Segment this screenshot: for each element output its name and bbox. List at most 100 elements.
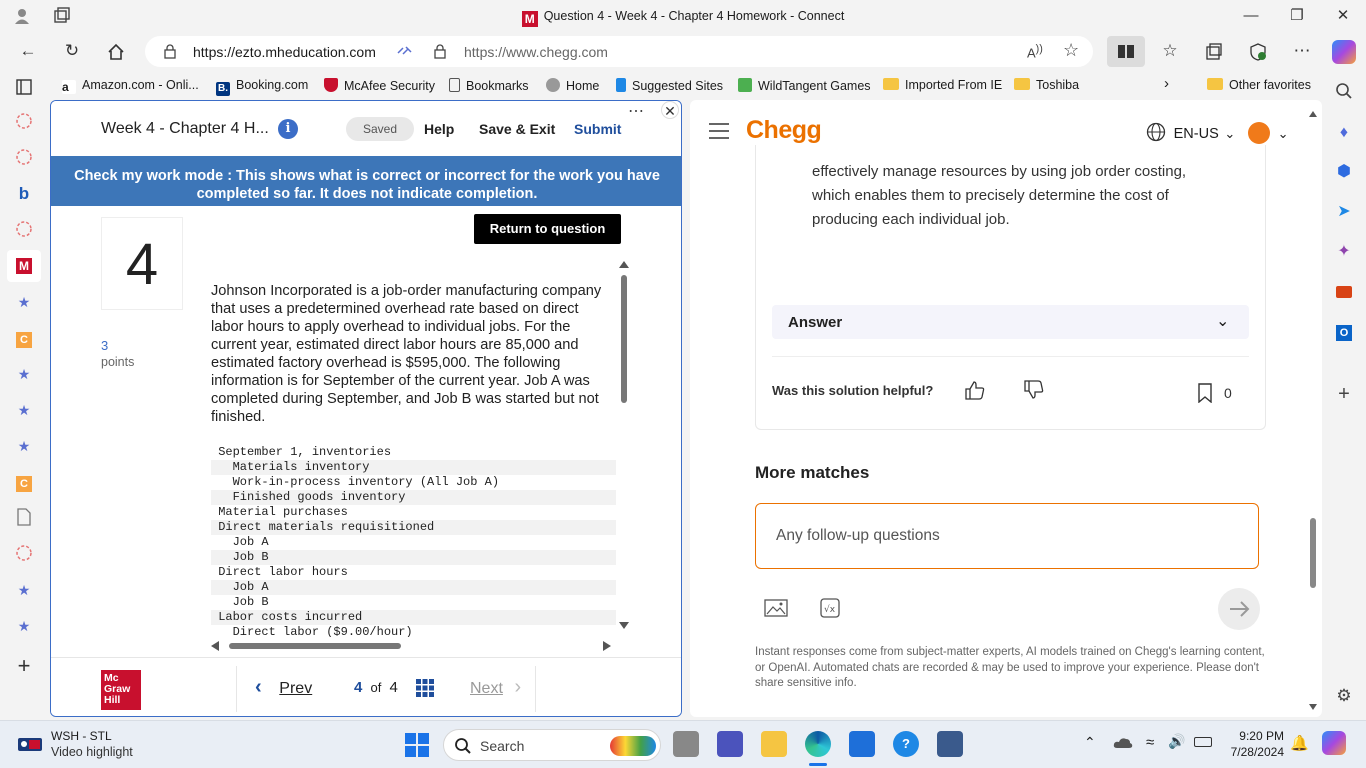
- split-options-icon[interactable]: ⋯: [628, 101, 644, 121]
- thumbs-up-icon[interactable]: [964, 379, 986, 401]
- next-button[interactable]: Next ›: [470, 676, 521, 699]
- favorite-suggested-sites[interactable]: Suggested Sites: [616, 78, 723, 93]
- favorite-mcafee[interactable]: McAfee Security: [324, 78, 435, 93]
- prev-button[interactable]: ‹ Prev: [255, 676, 312, 699]
- star-tab-icon[interactable]: ★: [14, 616, 34, 636]
- home-icon[interactable]: [103, 39, 129, 65]
- star-tab-icon[interactable]: ★: [14, 580, 34, 600]
- favorites-chevron-icon[interactable]: ›: [1164, 75, 1169, 92]
- chegg-tab-icon[interactable]: C: [14, 472, 34, 492]
- news-title[interactable]: WSH - STL: [51, 729, 112, 743]
- favorite-bookmarks[interactable]: Bookmarks: [449, 78, 529, 93]
- bookmark-icon[interactable]: [1197, 383, 1213, 404]
- address-bar[interactable]: https://ezto.mheducation.com https://www…: [145, 36, 1093, 67]
- help-link[interactable]: Help: [424, 121, 454, 137]
- chevron-up-icon[interactable]: ⌃: [1084, 734, 1096, 751]
- chegg-tab-icon[interactable]: C: [14, 328, 34, 348]
- close-split-icon[interactable]: ✕: [661, 101, 679, 119]
- favorite-star-icon[interactable]: ☆: [1063, 40, 1079, 61]
- edge-icon[interactable]: [805, 731, 831, 757]
- favorite-wildtangent[interactable]: WildTangent Games: [738, 78, 871, 93]
- back-icon[interactable]: ←: [15, 39, 41, 65]
- star-tab-icon[interactable]: ★: [14, 436, 34, 456]
- question-grid-icon[interactable]: [416, 679, 434, 697]
- sidebar-settings-icon[interactable]: ⚙: [1334, 686, 1354, 706]
- notification-bell-icon[interactable]: 🔔: [1290, 734, 1309, 752]
- page-tab-icon[interactable]: [14, 508, 34, 528]
- send-button[interactable]: [1218, 588, 1260, 630]
- news-widget-icon[interactable]: [16, 731, 44, 757]
- tab-icon[interactable]: [14, 220, 34, 240]
- split-screen-icon[interactable]: [1107, 36, 1145, 67]
- restore-button[interactable]: ❐: [1282, 6, 1312, 28]
- chegg-logo[interactable]: Chegg: [746, 116, 822, 145]
- thumbs-down-icon[interactable]: [1023, 379, 1045, 401]
- calculator-icon[interactable]: [937, 731, 963, 757]
- telegram-icon[interactable]: ➤: [1334, 202, 1354, 222]
- start-icon[interactable]: [405, 733, 429, 757]
- clock-time[interactable]: 9:20 PM: [1239, 729, 1284, 743]
- url-left[interactable]: https://ezto.mheducation.com: [193, 44, 376, 60]
- get-help-icon[interactable]: ?: [893, 731, 919, 757]
- clock-date[interactable]: 7/28/2024: [1229, 745, 1284, 759]
- games-icon[interactable]: ✦: [1334, 242, 1354, 262]
- close-window-button[interactable]: ✕: [1328, 6, 1358, 28]
- image-upload-icon[interactable]: [764, 598, 788, 618]
- lock-icon-right[interactable]: [433, 44, 447, 59]
- lock-icon[interactable]: [163, 44, 177, 59]
- copilot-taskbar-icon[interactable]: [1322, 731, 1346, 755]
- battery-icon[interactable]: [1194, 737, 1212, 747]
- tools-icon[interactable]: [1334, 282, 1354, 302]
- favorite-toshiba[interactable]: Toshiba: [1014, 78, 1079, 92]
- minimize-button[interactable]: —: [1236, 6, 1266, 28]
- read-aloud-icon[interactable]: A)): [1027, 43, 1043, 60]
- active-tab[interactable]: M: [7, 250, 41, 282]
- bing-tab-icon[interactable]: b: [14, 184, 34, 204]
- followup-input[interactable]: Any follow-up questions: [755, 503, 1259, 569]
- favorite-booking[interactable]: B. Booking.com: [216, 78, 308, 96]
- wifi-icon[interactable]: ≈: [1146, 734, 1154, 751]
- task-view-icon[interactable]: [673, 731, 699, 757]
- question-vertical-scrollbar[interactable]: [619, 261, 629, 631]
- favorite-imported-from-ie[interactable]: Imported From IE: [883, 78, 1002, 92]
- shopping-tag-icon[interactable]: ♦: [1334, 123, 1354, 143]
- outlook-icon[interactable]: O: [1334, 322, 1354, 342]
- teams-icon[interactable]: [717, 731, 743, 757]
- tab-actions-icon[interactable]: [14, 78, 34, 98]
- star-tab-icon[interactable]: ★: [14, 400, 34, 420]
- answer-accordion[interactable]: Answer ⌄: [772, 305, 1249, 339]
- copilot-icon[interactable]: [1332, 40, 1356, 64]
- submit-link[interactable]: Submit: [574, 121, 621, 137]
- tab-icon[interactable]: [14, 112, 34, 132]
- add-sidebar-app-icon[interactable]: +: [1334, 384, 1354, 404]
- language-selector[interactable]: EN-US ⌄: [1146, 122, 1235, 145]
- volume-icon[interactable]: 🔊: [1168, 733, 1185, 750]
- onedrive-icon[interactable]: [1113, 735, 1133, 752]
- return-to-question-button[interactable]: Return to question: [474, 214, 621, 244]
- refresh-icon[interactable]: ↻: [59, 39, 85, 65]
- other-favorites[interactable]: Other favorites: [1207, 78, 1311, 92]
- info-icon[interactable]: i: [278, 119, 298, 139]
- favorites-icon[interactable]: ☆: [1157, 39, 1183, 65]
- chegg-scrollbar[interactable]: [1308, 108, 1318, 712]
- copilot-app-icon[interactable]: ⬢: [1334, 162, 1354, 182]
- star-tab-icon[interactable]: ★: [14, 364, 34, 384]
- store-icon[interactable]: [849, 731, 875, 757]
- taskbar-search[interactable]: Search: [443, 729, 661, 761]
- tab-icon[interactable]: [14, 544, 34, 564]
- favorite-amazon[interactable]: a Amazon.com - Onli...: [62, 78, 199, 94]
- favorite-home[interactable]: Home: [546, 78, 599, 93]
- new-tab-icon[interactable]: +: [14, 655, 34, 677]
- tab-icon[interactable]: [14, 148, 34, 168]
- news-subtitle[interactable]: Video highlight: [51, 745, 133, 759]
- url-right[interactable]: https://www.chegg.com: [464, 44, 608, 60]
- collections-icon[interactable]: [1201, 39, 1227, 65]
- more-menu-icon[interactable]: ⋯: [1289, 39, 1315, 65]
- table-horizontal-scrollbar[interactable]: [211, 639, 611, 651]
- browser-essentials-icon[interactable]: [1245, 39, 1271, 65]
- star-tab-icon[interactable]: ★: [14, 292, 34, 312]
- search-icon[interactable]: [1334, 82, 1354, 102]
- user-menu[interactable]: ⌄: [1248, 122, 1289, 144]
- save-exit-link[interactable]: Save & Exit: [479, 121, 555, 137]
- file-explorer-icon[interactable]: [761, 731, 787, 757]
